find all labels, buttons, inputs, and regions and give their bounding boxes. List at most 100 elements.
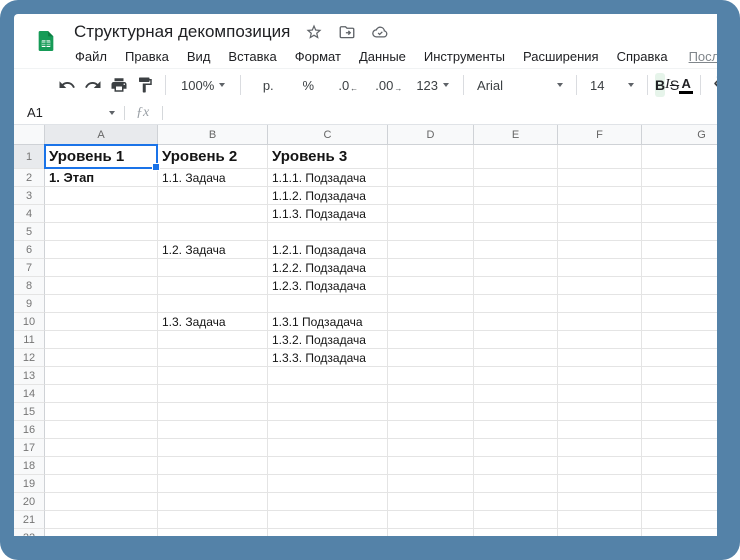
cell-F2[interactable]	[558, 169, 642, 187]
menu-item-9[interactable]: Справка	[608, 49, 677, 64]
row-header-16[interactable]: 16	[14, 421, 45, 439]
cell-D13[interactable]	[388, 367, 474, 385]
cell-E11[interactable]	[474, 331, 558, 349]
select-all-corner[interactable]	[14, 125, 45, 145]
cell-D5[interactable]	[388, 223, 474, 241]
cell-B10[interactable]: 1.3. Задача	[158, 313, 268, 331]
cell-G9[interactable]	[642, 295, 717, 313]
cell-C7[interactable]: 1.2.2. Подзадача	[268, 259, 388, 277]
row-header-8[interactable]: 8	[14, 277, 45, 295]
cell-E21[interactable]	[474, 511, 558, 529]
row-header-19[interactable]: 19	[14, 475, 45, 493]
cell-E6[interactable]	[474, 241, 558, 259]
row-header-17[interactable]: 17	[14, 439, 45, 457]
star-icon[interactable]	[305, 23, 323, 41]
cell-A14[interactable]	[45, 385, 158, 403]
cell-B21[interactable]	[158, 511, 268, 529]
cell-D7[interactable]	[388, 259, 474, 277]
row-header-20[interactable]: 20	[14, 493, 45, 511]
cell-D11[interactable]	[388, 331, 474, 349]
cell-G11[interactable]	[642, 331, 717, 349]
cell-A16[interactable]	[45, 421, 158, 439]
column-header-G[interactable]: G	[642, 125, 717, 145]
cell-D6[interactable]	[388, 241, 474, 259]
cell-C18[interactable]	[268, 457, 388, 475]
cell-C3[interactable]: 1.1.2. Подзадача	[268, 187, 388, 205]
cell-A17[interactable]	[45, 439, 158, 457]
cell-G8[interactable]	[642, 277, 717, 295]
increase-decimal-button[interactable]: .00→	[368, 72, 409, 98]
row-header-7[interactable]: 7	[14, 259, 45, 277]
cell-D3[interactable]	[388, 187, 474, 205]
cell-A2[interactable]: 1. Этап	[45, 169, 158, 187]
cell-F20[interactable]	[558, 493, 642, 511]
strikethrough-button[interactable]: S	[670, 73, 679, 97]
cell-B11[interactable]	[158, 331, 268, 349]
cell-A18[interactable]	[45, 457, 158, 475]
cell-A7[interactable]	[45, 259, 158, 277]
cell-C11[interactable]: 1.3.2. Подзадача	[268, 331, 388, 349]
cell-B14[interactable]	[158, 385, 268, 403]
cell-G5[interactable]	[642, 223, 717, 241]
cell-E5[interactable]	[474, 223, 558, 241]
cell-B17[interactable]	[158, 439, 268, 457]
cell-C17[interactable]	[268, 439, 388, 457]
cell-F22[interactable]	[558, 529, 642, 536]
paint-format-button[interactable]	[132, 72, 158, 98]
menu-item-6[interactable]: Данные	[350, 49, 415, 64]
cell-E12[interactable]	[474, 349, 558, 367]
cell-B19[interactable]	[158, 475, 268, 493]
cell-A19[interactable]	[45, 475, 158, 493]
undo-button[interactable]	[54, 72, 80, 98]
cell-D14[interactable]	[388, 385, 474, 403]
font-family-select[interactable]: Arial	[471, 72, 569, 98]
cell-C1[interactable]: Уровень 3	[268, 145, 388, 169]
cell-C22[interactable]	[268, 529, 388, 536]
cell-E13[interactable]	[474, 367, 558, 385]
cell-G18[interactable]	[642, 457, 717, 475]
cell-C10[interactable]: 1.3.1 Подзадача	[268, 313, 388, 331]
cell-A5[interactable]	[45, 223, 158, 241]
cell-B18[interactable]	[158, 457, 268, 475]
cell-F8[interactable]	[558, 277, 642, 295]
cell-B5[interactable]	[158, 223, 268, 241]
cell-F14[interactable]	[558, 385, 642, 403]
cell-E1[interactable]	[474, 145, 558, 169]
name-box[interactable]: A1	[14, 101, 124, 124]
cell-G17[interactable]	[642, 439, 717, 457]
cell-F18[interactable]	[558, 457, 642, 475]
cell-E22[interactable]	[474, 529, 558, 536]
cell-F17[interactable]	[558, 439, 642, 457]
cell-F6[interactable]	[558, 241, 642, 259]
menu-item-2[interactable]: Правка	[116, 49, 178, 64]
cell-C5[interactable]	[268, 223, 388, 241]
column-header-B[interactable]: B	[158, 125, 268, 145]
cell-F10[interactable]	[558, 313, 642, 331]
font-size-select[interactable]: 14	[584, 72, 640, 98]
cell-C14[interactable]	[268, 385, 388, 403]
document-title[interactable]: Структурная декомпозиция	[74, 22, 290, 42]
cell-B13[interactable]	[158, 367, 268, 385]
cell-E15[interactable]	[474, 403, 558, 421]
cell-G2[interactable]	[642, 169, 717, 187]
cell-A20[interactable]	[45, 493, 158, 511]
more-formats-button[interactable]: 123	[409, 72, 456, 98]
cell-B8[interactable]	[158, 277, 268, 295]
text-color-button[interactable]: A	[679, 73, 693, 97]
cell-D1[interactable]	[388, 145, 474, 169]
cell-E16[interactable]	[474, 421, 558, 439]
cell-B9[interactable]	[158, 295, 268, 313]
decrease-decimal-button[interactable]: .0←	[328, 72, 368, 98]
percent-format-button[interactable]: %	[288, 72, 328, 98]
row-header-21[interactable]: 21	[14, 511, 45, 529]
row-header-4[interactable]: 4	[14, 205, 45, 223]
row-header-15[interactable]: 15	[14, 403, 45, 421]
cell-G22[interactable]	[642, 529, 717, 536]
print-button[interactable]	[106, 72, 132, 98]
cell-B6[interactable]: 1.2. Задача	[158, 241, 268, 259]
cell-G10[interactable]	[642, 313, 717, 331]
cell-A9[interactable]	[45, 295, 158, 313]
row-header-2[interactable]: 2	[14, 169, 45, 187]
cell-B12[interactable]	[158, 349, 268, 367]
row-header-9[interactable]: 9	[14, 295, 45, 313]
